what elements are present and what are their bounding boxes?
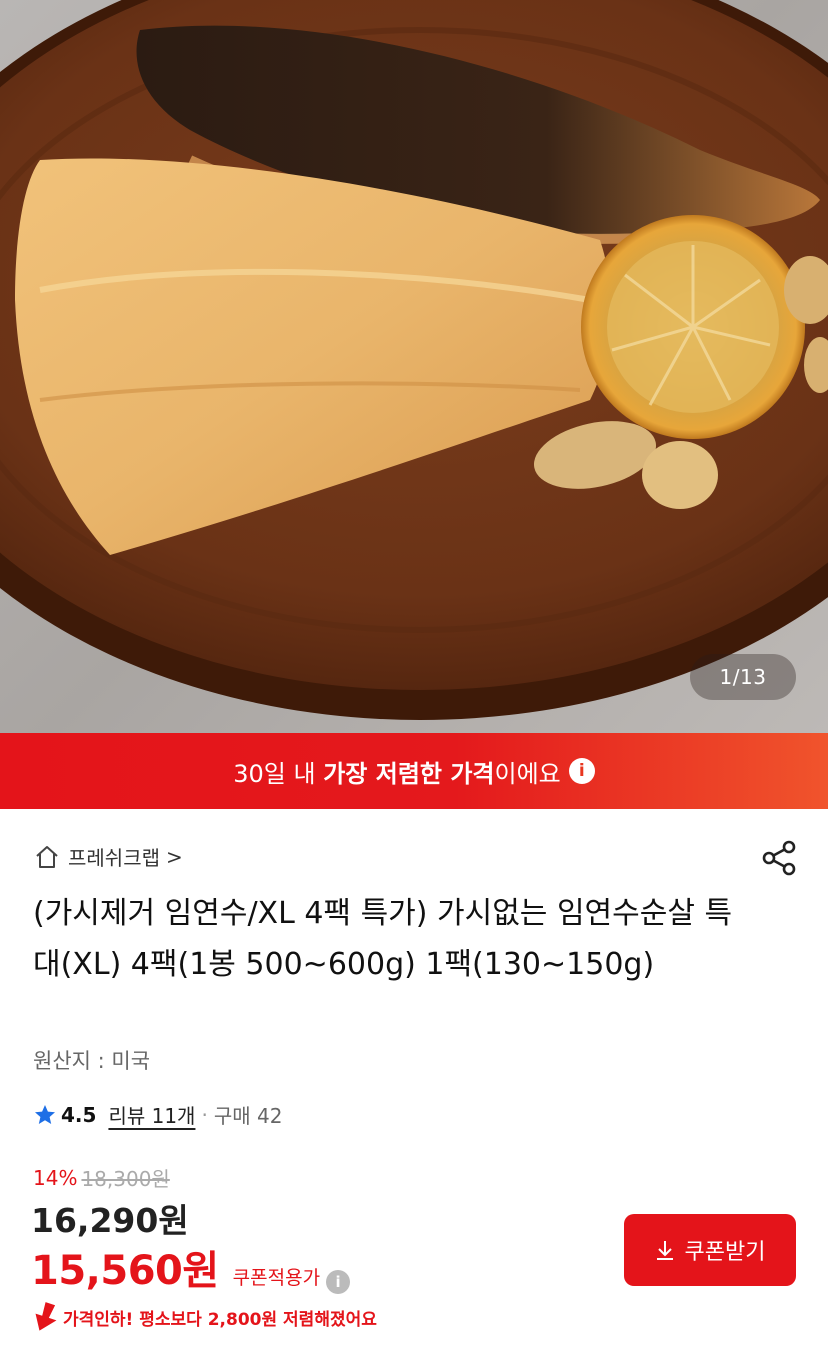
- download-icon: [656, 1241, 673, 1260]
- arrow-down-icon: [35, 1302, 57, 1331]
- get-coupon-label: 쿠폰받기: [684, 1240, 766, 1265]
- rating-row: 4.5 리뷰 11개 · 구매 42: [33, 1100, 282, 1129]
- price-drop-notice: 가격인하! 평소보다 2,800원 저렴해졌어요: [33, 1301, 377, 1333]
- get-coupon-button[interactable]: 쿠폰받기: [624, 1214, 796, 1286]
- original-price: 18,300원: [81, 1167, 170, 1191]
- price-drop-text: 가격인하! 평소보다 2,800원 저렴해졌어요: [63, 1309, 377, 1330]
- product-title: (가시제거 임연수/XL 4팩 특가) 가시없는 임연수순살 특대(XL) 4팩…: [33, 896, 733, 982]
- sale-price: 16,290원: [31, 1201, 189, 1240]
- coupon-price-label: 쿠폰적용가: [232, 1267, 321, 1289]
- store-name: 프레쉬크랩: [68, 846, 160, 870]
- discount-row: 14% 18,300원: [33, 1163, 170, 1192]
- banner-highlight: 가장 저렴한 가격: [323, 759, 495, 788]
- share-icon[interactable]: [760, 838, 800, 878]
- separator-dot: ·: [201, 1102, 208, 1127]
- store-link[interactable]: 프레쉬크랩 >: [34, 842, 183, 871]
- banner-suffix: 이에요: [494, 759, 561, 788]
- info-icon[interactable]: i: [326, 1270, 351, 1294]
- review-link[interactable]: 리뷰 11개: [108, 1100, 195, 1129]
- origin-label: 원산지 : 미국: [33, 1049, 151, 1073]
- purchase-count: 구매 42: [213, 1104, 283, 1128]
- coupon-price: 15,560원: [31, 1248, 219, 1294]
- info-icon[interactable]: i: [568, 758, 595, 784]
- chevron-right-icon: >: [166, 844, 183, 869]
- rating-score: 4.5: [61, 1102, 97, 1127]
- lowest-price-banner[interactable]: 30일 내 가장 저렴한 가격 이에요 i: [0, 733, 828, 809]
- banner-prefix: 30일 내: [233, 759, 324, 788]
- star-icon: [35, 1104, 55, 1124]
- product-image-carousel[interactable]: 1/13: [0, 0, 828, 733]
- coupon-price-row: 15,560원 쿠폰적용가 i: [31, 1238, 351, 1296]
- image-counter: 1/13: [690, 654, 796, 700]
- discount-percent: 14%: [33, 1165, 78, 1190]
- product-photo: [0, 0, 828, 720]
- home-icon: [36, 845, 58, 868]
